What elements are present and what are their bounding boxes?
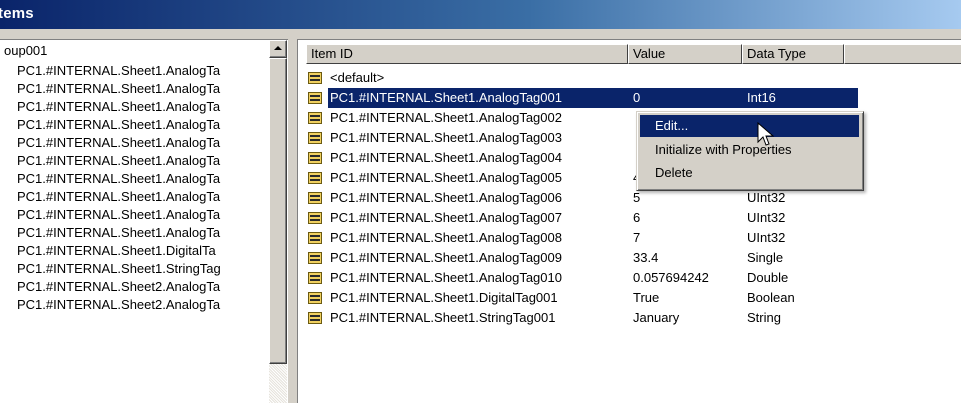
- cell-item-id: <default>: [330, 70, 385, 85]
- cell-item-id: PC1.#INTERNAL.Sheet1.AnalogTag001: [328, 88, 564, 108]
- cell-data-type: String: [747, 310, 781, 325]
- cell-item-id: PC1.#INTERNAL.Sheet1.AnalogTag004: [330, 150, 562, 165]
- tree-group[interactable]: oup001: [4, 42, 272, 60]
- menu-item-initialize-with-properties[interactable]: Initialize with Properties: [640, 139, 859, 161]
- cell-value: 5: [633, 190, 641, 205]
- cell-data-type: Boolean: [747, 290, 795, 305]
- tag-icon: [308, 172, 322, 184]
- list-row[interactable]: PC1.#INTERNAL.Sheet1.AnalogTag007 6 UInt…: [306, 208, 956, 228]
- cell-value: 33.4: [633, 250, 659, 265]
- tag-icon: [308, 272, 322, 284]
- tree-item[interactable]: PC1.#INTERNAL.Sheet1.AnalogTa: [17, 152, 269, 170]
- cell-item-id: PC1.#INTERNAL.Sheet1.AnalogTag009: [330, 250, 562, 265]
- tag-icon: [308, 212, 322, 224]
- list-row[interactable]: PC1.#INTERNAL.Sheet1.AnalogTag010 0.0576…: [306, 268, 956, 288]
- tree-item[interactable]: PC1.#INTERNAL.Sheet2.AnalogTa: [17, 278, 269, 296]
- title-bar: tems: [0, 0, 961, 29]
- tag-icon: [308, 312, 322, 324]
- list-row[interactable]: PC1.#INTERNAL.Sheet1.AnalogTag006 5 UInt…: [306, 188, 956, 208]
- list-header: Item ID Value Data Type: [306, 44, 961, 64]
- scroll-up-arrow-icon[interactable]: [269, 40, 287, 58]
- cell-value: 0: [633, 90, 641, 105]
- cell-data-type: Single: [747, 250, 784, 265]
- tree-item[interactable]: PC1.#INTERNAL.Sheet1.AnalogTa: [17, 170, 269, 188]
- tree-item[interactable]: PC1.#INTERNAL.Sheet1.AnalogTa: [17, 188, 269, 206]
- pane-splitter[interactable]: [289, 39, 295, 402]
- cell-item-id: PC1.#INTERNAL.Sheet1.AnalogTag002: [330, 110, 562, 125]
- tree-item[interactable]: PC1.#INTERNAL.Sheet1.AnalogTa: [17, 224, 269, 242]
- list-row[interactable]: PC1.#INTERNAL.Sheet1.AnalogTag009 33.4 S…: [306, 248, 956, 268]
- tree-item[interactable]: PC1.#INTERNAL.Sheet1.AnalogTa: [17, 62, 269, 80]
- list-row-selected[interactable]: PC1.#INTERNAL.Sheet1.AnalogTag001 0 Int1…: [306, 88, 956, 108]
- cell-item-id: PC1.#INTERNAL.Sheet1.AnalogTag006: [330, 190, 562, 205]
- tree-item[interactable]: PC1.#INTERNAL.Sheet1.StringTag: [17, 260, 269, 278]
- cell-data-type: UInt32: [747, 210, 786, 225]
- cell-item-id: PC1.#INTERNAL.Sheet1.DigitalTag001: [330, 290, 558, 305]
- cell-value: True: [633, 290, 660, 305]
- cell-item-id: PC1.#INTERNAL.Sheet1.AnalogTag003: [330, 130, 562, 145]
- tree-item[interactable]: PC1.#INTERNAL.Sheet1.AnalogTa: [17, 116, 269, 134]
- cell-value: 6: [633, 210, 641, 225]
- cell-data-type: Double: [747, 270, 789, 285]
- list-row[interactable]: <default>: [306, 68, 956, 88]
- cell-data-type: Int16: [747, 90, 776, 105]
- cell-item-id: PC1.#INTERNAL.Sheet1.AnalogTag007: [330, 210, 562, 225]
- tree-item[interactable]: PC1.#INTERNAL.Sheet1.AnalogTa: [17, 98, 269, 116]
- tag-icon: [308, 92, 322, 104]
- cell-data-type: UInt32: [747, 190, 786, 205]
- tag-icon: [308, 252, 322, 264]
- window-title: tems: [0, 5, 34, 22]
- tree-item[interactable]: PC1.#INTERNAL.Sheet1.AnalogTa: [17, 134, 269, 152]
- cell-item-id: PC1.#INTERNAL.Sheet1.StringTag001: [330, 310, 556, 325]
- list-row[interactable]: PC1.#INTERNAL.Sheet1.AnalogTag008 7 UInt…: [306, 228, 956, 248]
- tree-item[interactable]: PC1.#INTERNAL.Sheet1.DigitalTa: [17, 242, 269, 260]
- mouse-pointer-icon: [757, 122, 775, 146]
- cell-item-id: PC1.#INTERNAL.Sheet1.AnalogTag010: [330, 270, 562, 285]
- tree-item[interactable]: PC1.#INTERNAL.Sheet1.AnalogTa: [17, 80, 269, 98]
- list-row[interactable]: PC1.#INTERNAL.Sheet1.DigitalTag001 True …: [306, 288, 956, 308]
- cell-value: 0.057694242: [633, 270, 709, 285]
- cell-value: 7: [633, 230, 641, 245]
- scroll-thumb[interactable]: [269, 58, 287, 364]
- tag-icon: [308, 112, 322, 124]
- tag-icon: [308, 72, 322, 84]
- tree-view[interactable]: oup001 PC1.#INTERNAL.Sheet1.AnalogTa PC1…: [0, 39, 288, 403]
- vertical-scrollbar[interactable]: [269, 40, 287, 403]
- cell-item-id: PC1.#INTERNAL.Sheet1.AnalogTag005: [330, 170, 562, 185]
- context-menu: Edit... Initialize with Properties Delet…: [636, 111, 864, 191]
- tag-icon: [308, 232, 322, 244]
- menu-item-delete[interactable]: Delete: [640, 162, 859, 184]
- menu-item-edit[interactable]: Edit...: [640, 115, 859, 137]
- cell-item-id: PC1.#INTERNAL.Sheet1.AnalogTag008: [330, 230, 562, 245]
- tree-item[interactable]: PC1.#INTERNAL.Sheet1.AnalogTa: [17, 206, 269, 224]
- tag-icon: [308, 132, 322, 144]
- column-header-data-type[interactable]: Data Type: [742, 44, 844, 64]
- list-row[interactable]: PC1.#INTERNAL.Sheet1.StringTag001 Januar…: [306, 308, 956, 328]
- tag-icon: [308, 192, 322, 204]
- tree-item[interactable]: PC1.#INTERNAL.Sheet2.AnalogTa: [17, 296, 269, 314]
- column-header-item-id[interactable]: Item ID: [306, 44, 628, 64]
- cell-value: January: [633, 310, 680, 325]
- column-header-value[interactable]: Value: [628, 44, 742, 64]
- tag-icon: [308, 292, 322, 304]
- column-header-empty: [844, 44, 961, 64]
- tag-icon: [308, 152, 322, 164]
- items-list[interactable]: Item ID Value Data Type <default> PC1.#I…: [297, 39, 961, 403]
- cell-data-type: UInt32: [747, 230, 786, 245]
